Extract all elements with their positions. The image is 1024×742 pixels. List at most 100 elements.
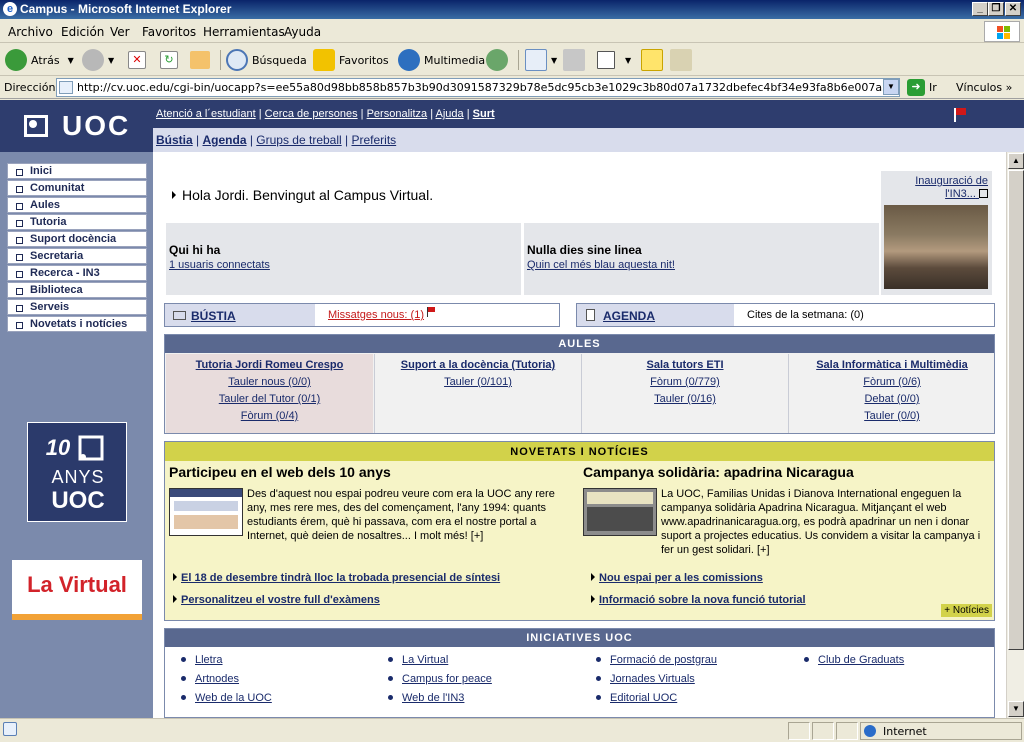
- research-button[interactable]: [670, 48, 696, 72]
- aula-item-link[interactable]: Tauler nous (0/0): [166, 376, 373, 388]
- link-personalitza[interactable]: Personalitza: [367, 108, 428, 120]
- url-dropdown-button[interactable]: ▼: [883, 79, 899, 95]
- search-button[interactable]: Búsqueda: [226, 48, 307, 72]
- tab-grups-treball[interactable]: Grups de treball: [256, 133, 341, 147]
- news-link[interactable]: Informació sobre la nova funció tutorial: [591, 594, 806, 606]
- bustia-link[interactable]: BÚSTIA: [191, 309, 236, 323]
- la-virtual-banner[interactable]: La Virtual: [12, 560, 142, 620]
- news-link[interactable]: Nou espai per a les comissions: [591, 572, 763, 584]
- links-button[interactable]: Vínculos »: [956, 81, 1012, 94]
- close-button[interactable]: ✕: [1005, 2, 1021, 16]
- tab-bustia[interactable]: Bústia: [156, 133, 193, 147]
- link-atencio[interactable]: Atenció a l´estudiant: [156, 108, 256, 120]
- iniciativa-link[interactable]: Formació de postgrau: [594, 654, 717, 673]
- menu-ver[interactable]: Ver: [110, 25, 130, 39]
- sidebar-item-comunitat[interactable]: Comunitat: [7, 180, 147, 196]
- menu-ayuda[interactable]: Ayuda: [284, 25, 321, 39]
- agenda-link[interactable]: AGENDA: [603, 309, 655, 323]
- aula-sala-informatica: Sala Informàtica i Multimèdia Fòrum (0/6…: [788, 354, 995, 433]
- tab-agenda[interactable]: Agenda: [202, 133, 246, 147]
- sidebar-item-tutoria[interactable]: Tutoria: [7, 214, 147, 230]
- vertical-scrollbar[interactable]: ▲ ▼: [1006, 152, 1024, 718]
- aula-title-link[interactable]: Suport a la docència (Tutoria): [375, 359, 581, 371]
- maximize-button[interactable]: ❐: [988, 2, 1004, 16]
- url-input[interactable]: http://cv.uoc.edu/cgi-bin/uocapp?s=ee55a…: [56, 78, 900, 97]
- sidebar-item-secretaria[interactable]: Secretaria: [7, 248, 147, 264]
- aula-item-link[interactable]: Fòrum (0/4): [166, 410, 373, 422]
- iniciativa-link[interactable]: Web de la UOC: [179, 692, 272, 711]
- iniciativa-link[interactable]: Editorial UOC: [594, 692, 717, 711]
- iniciativa-link[interactable]: Campus for peace: [386, 673, 492, 692]
- news-thumbnail[interactable]: [583, 488, 657, 536]
- uoc-logo[interactable]: UOC: [0, 100, 153, 152]
- aula-title-link[interactable]: Sala Informàtica i Multimèdia: [789, 359, 995, 371]
- discuss-button[interactable]: [641, 48, 667, 72]
- iniciativa-link[interactable]: Web de l'IN3: [386, 692, 492, 711]
- red-flag-icon[interactable]: [954, 108, 966, 122]
- inauguration-box[interactable]: Inauguració de l'IN3...: [881, 171, 992, 295]
- menu-archivo[interactable]: Archivo: [8, 25, 53, 39]
- sidebar-item-novetats[interactable]: Novetats i notícies: [7, 316, 147, 332]
- go-button[interactable]: Ir: [929, 81, 937, 94]
- iniciativa-link[interactable]: Artnodes: [179, 673, 272, 692]
- refresh-button[interactable]: ↻: [160, 48, 182, 72]
- users-connected-link[interactable]: 1 usuaris connectats: [169, 259, 270, 271]
- more-news-button[interactable]: + Notícies: [941, 604, 992, 617]
- inauguration-link[interactable]: Inauguració de l'IN3...: [888, 175, 988, 201]
- forward-button[interactable]: ▼: [82, 48, 114, 72]
- aula-item-link[interactable]: Debat (0/0): [789, 393, 995, 405]
- sidebar-item-inici[interactable]: Inici: [7, 163, 147, 179]
- note-icon: [641, 49, 663, 71]
- logout-link[interactable]: Surt: [473, 108, 495, 120]
- iniciativa-link[interactable]: La Virtual: [386, 654, 492, 673]
- mail-button[interactable]: ▼: [525, 48, 557, 72]
- left-column: UOC Inici Comunitat Aules Tutoria Suport…: [0, 100, 153, 718]
- news-title[interactable]: Campanya solidària: apadrina Nicaragua: [583, 464, 993, 480]
- sidebar-item-biblioteca[interactable]: Biblioteca: [7, 282, 147, 298]
- history-button[interactable]: [486, 48, 512, 72]
- who-title: Qui hi ha: [169, 243, 221, 257]
- iniciativa-link[interactable]: Lletra: [179, 654, 272, 673]
- minimize-button[interactable]: _: [972, 2, 988, 16]
- news-title[interactable]: Participeu en el web dels 10 anys: [169, 464, 581, 480]
- link-ajuda[interactable]: Ajuda: [436, 108, 464, 120]
- aula-title-link[interactable]: Sala tutors ETI: [582, 359, 788, 371]
- internet-globe-icon: [864, 725, 876, 737]
- scroll-thumb[interactable]: [1008, 170, 1024, 650]
- aula-item-link[interactable]: Tauler (0/16): [582, 393, 788, 405]
- new-messages-link[interactable]: Missatges nous: (1): [328, 309, 424, 321]
- menu-herramientas[interactable]: Herramientas: [203, 25, 285, 39]
- aula-item-link[interactable]: Fòrum (0/779): [582, 376, 788, 388]
- aula-item-link[interactable]: Fòrum (0/6): [789, 376, 995, 388]
- media-button[interactable]: Multimedia: [398, 48, 485, 72]
- 10-anys-banner[interactable]: 10 ANYS UOC: [27, 422, 127, 522]
- back-button[interactable]: Atrás ▼: [5, 48, 74, 72]
- aula-item-link[interactable]: Tauler (0/101): [375, 376, 581, 388]
- iniciativa-link[interactable]: Jornades Virtuals: [594, 673, 717, 692]
- go-arrow-icon[interactable]: ➜: [907, 79, 925, 96]
- print-button[interactable]: [563, 48, 589, 72]
- tab-preferits[interactable]: Preferits: [351, 133, 396, 147]
- sidebar-item-serveis[interactable]: Serveis: [7, 299, 147, 315]
- news-link[interactable]: El 18 de desembre tindrà lloc la trobada…: [173, 572, 500, 584]
- sidebar-item-suport-docencia[interactable]: Suport docència: [7, 231, 147, 247]
- aula-title-link[interactable]: Tutoria Jordi Romeu Crespo: [166, 359, 373, 371]
- home-button[interactable]: [190, 48, 214, 72]
- stop-button[interactable]: ✕: [128, 48, 150, 72]
- favorites-button[interactable]: Favoritos: [313, 48, 389, 72]
- scroll-up-button[interactable]: ▲: [1008, 153, 1024, 169]
- menu-edicion[interactable]: Edición: [61, 25, 104, 39]
- aula-item-link[interactable]: Tauler (0/0): [789, 410, 995, 422]
- link-cerca-persones[interactable]: Cerca de persones: [265, 108, 358, 120]
- news-thumbnail[interactable]: [169, 488, 243, 536]
- motto-link[interactable]: Quin cel més blau aquesta nit!: [527, 259, 675, 271]
- sidebar-item-aules[interactable]: Aules: [7, 197, 147, 213]
- sidebar-item-recerca[interactable]: Recerca - IN3: [7, 265, 147, 281]
- aula-item-link[interactable]: Tauler del Tutor (0/1): [166, 393, 373, 405]
- menu-favoritos[interactable]: Favoritos: [142, 25, 196, 39]
- address-bar: Dirección http://cv.uoc.edu/cgi-bin/uoca…: [0, 77, 1024, 99]
- iniciativa-link[interactable]: Club de Graduats: [802, 654, 904, 673]
- news-link[interactable]: Personalitzeu el vostre full d'exàmens: [173, 594, 380, 606]
- edit-button[interactable]: ▼: [597, 48, 631, 72]
- scroll-down-button[interactable]: ▼: [1008, 701, 1024, 717]
